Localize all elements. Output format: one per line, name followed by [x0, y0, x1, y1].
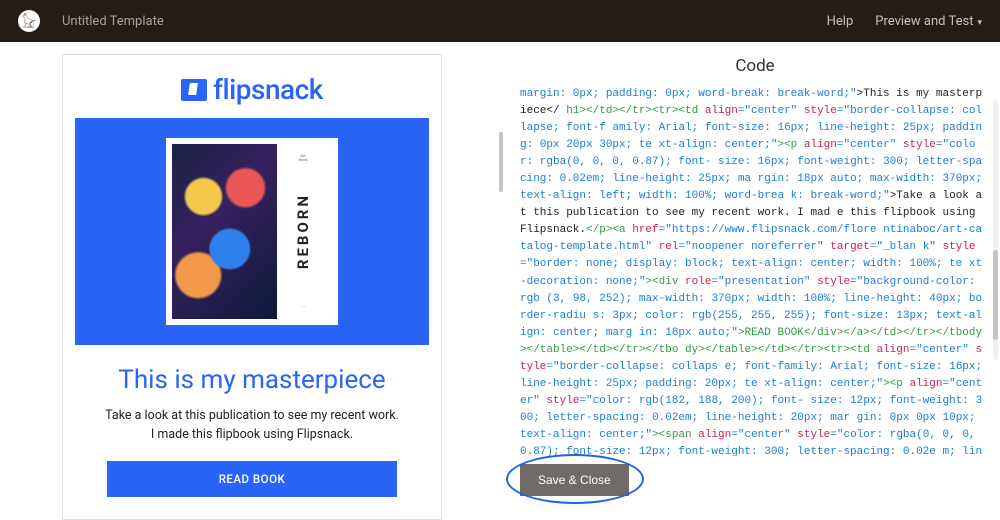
preview-pane: flipsnack ArtBook REBORN ····· This is m…	[0, 42, 498, 512]
code-editor[interactable]: margin: 0px; padding: 0px; word-break: b…	[520, 86, 990, 456]
flipsnack-wordmark: flipsnack	[213, 73, 323, 106]
save-close-button[interactable]: Save & Close	[520, 464, 629, 496]
flipsnack-logo: flipsnack	[75, 73, 429, 106]
help-link[interactable]: Help	[827, 14, 854, 29]
spine-caption: ·····	[300, 305, 307, 311]
spine-subtitle: ArtBook	[298, 154, 307, 163]
scrollbar[interactable]	[993, 100, 998, 360]
hero-block: ArtBook REBORN ·····	[75, 118, 429, 345]
preview-test-menu[interactable]: Preview and Test ▾	[875, 14, 982, 29]
read-book-button[interactable]: READ BOOK	[107, 461, 397, 497]
code-actions: Save & Close	[520, 464, 990, 496]
book-spine: ArtBook REBORN ·····	[277, 144, 329, 319]
template-title: Untitled Template	[62, 14, 827, 29]
email-subtext: Take a look at this publication to see m…	[75, 407, 429, 445]
email-preview: flipsnack ArtBook REBORN ····· This is m…	[62, 54, 442, 520]
drag-handle-icon[interactable]	[499, 132, 503, 192]
book-cover: ArtBook REBORN ·····	[166, 138, 338, 325]
flipsnack-mark-icon	[181, 79, 207, 101]
email-headline: This is my masterpiece	[75, 365, 429, 395]
main-area: flipsnack ArtBook REBORN ····· This is m…	[0, 42, 1000, 512]
book-art-image	[172, 144, 277, 319]
mailchimp-logo-icon: 𓃠	[18, 10, 40, 32]
top-bar: 𓃠 Untitled Template Help Preview and Tes…	[0, 0, 1000, 42]
preview-test-label: Preview and Test	[875, 14, 973, 29]
book-title: REBORN	[294, 193, 312, 269]
code-panel-title: Code	[520, 56, 990, 76]
code-pane: Code margin: 0px; padding: 0px; word-bre…	[504, 42, 1000, 512]
chevron-down-icon: ▾	[977, 18, 982, 28]
